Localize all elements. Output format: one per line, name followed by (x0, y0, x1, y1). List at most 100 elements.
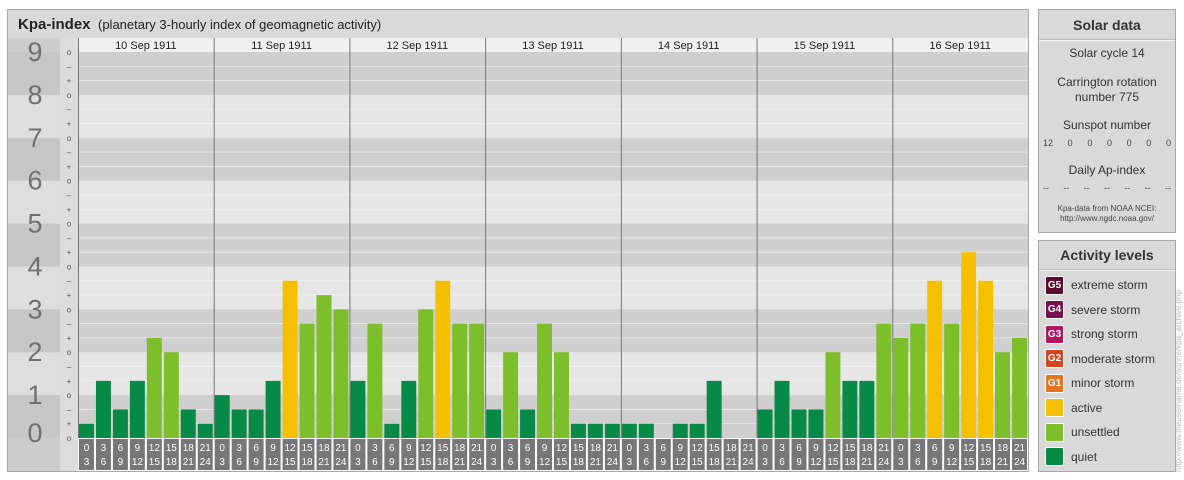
day-label: 13 Sep 1911 (522, 40, 584, 52)
kp-bar (333, 309, 349, 438)
legend-item: G1 minor storm (1045, 373, 1134, 393)
interval-start-label: 0 (898, 443, 904, 454)
interval-start-label: 18 (997, 443, 1009, 454)
minor-tick-label: + (67, 119, 72, 128)
interval-end-label: 3 (219, 457, 225, 468)
minor-tick-label: + (67, 162, 72, 171)
interval-start-label: 3 (644, 443, 650, 454)
kp-bar (927, 280, 943, 438)
interval-start-label: 15 (166, 443, 178, 454)
interval-start-label: 12 (556, 443, 568, 454)
kp-bar (587, 423, 603, 438)
y-tick-label: 6 (27, 166, 42, 196)
interval-end-label: 3 (898, 457, 904, 468)
minor-tick-label: o (67, 48, 72, 57)
kp-bar (367, 323, 383, 438)
interval-start-label: 9 (542, 443, 548, 454)
y-tick-label: 9 (27, 37, 42, 67)
kp-bar (893, 337, 909, 438)
y-tick-label: 7 (27, 123, 42, 153)
minor-tick-label: o (67, 91, 72, 100)
legend-item: quiet (1045, 447, 1097, 467)
interval-end-label: 3 (491, 457, 497, 468)
minor-tick-label: o (67, 177, 72, 186)
interval-start-label: 0 (627, 443, 633, 454)
minor-tick-label: + (67, 291, 72, 300)
interval-start-label: 21 (471, 443, 483, 454)
interval-end-label: 24 (607, 457, 619, 468)
interval-start-label: 9 (813, 443, 819, 454)
legend-label: extreme storm (1071, 278, 1148, 292)
ap-index-value: -- (1043, 183, 1049, 193)
interval-end-label: 18 (709, 457, 721, 468)
kp-bar (978, 280, 994, 438)
day-label: 16 Sep 1911 (929, 40, 991, 52)
kp-bar (146, 337, 162, 438)
minor-tick-label: o (67, 134, 72, 143)
kp-bar (486, 409, 502, 438)
interval-end-label: 9 (932, 457, 938, 468)
kp-bar (910, 323, 926, 438)
minor-tick-label: – (67, 363, 72, 372)
kp-bar (672, 423, 688, 438)
kp-bar (112, 409, 128, 438)
day-label: 15 Sep 1911 (794, 40, 856, 52)
y-tick-label: 2 (27, 337, 42, 367)
kp-band (78, 137, 1028, 181)
interval-start-label: 12 (827, 443, 839, 454)
kp-bar (604, 423, 620, 438)
legend-label: minor storm (1071, 376, 1135, 390)
legend-swatch: G1 (1045, 373, 1064, 393)
kp-band (78, 223, 1028, 267)
interval-end-label: 12 (675, 457, 687, 468)
watermark: http://www.theusername.de/sonne/kpa_arch… (1174, 290, 1183, 472)
carrington-rotation-line2: number 775 (1074, 90, 1140, 104)
interval-start-label: 6 (389, 443, 395, 454)
interval-end-label: 9 (525, 457, 531, 468)
kp-bar (757, 409, 773, 438)
interval-start-label: 18 (183, 443, 195, 454)
interval-start-label: 0 (84, 443, 90, 454)
kp-bar (537, 323, 552, 438)
day-label: 11 Sep 1911 (251, 40, 312, 52)
interval-start-label: 21 (878, 443, 890, 454)
kpa-chart-panel: Kpa-index (planetary 3-hourly index of g… (7, 9, 1029, 472)
interval-end-label: 6 (101, 457, 107, 468)
kp-bar (808, 409, 824, 438)
interval-start-label: 6 (253, 443, 259, 454)
interval-end-label: 12 (403, 457, 415, 468)
interval-start-label: 6 (932, 443, 938, 454)
interval-end-label: 9 (118, 457, 124, 468)
kp-bar (621, 423, 637, 438)
kp-bar (129, 380, 145, 438)
ap-index-label: Daily Ap-index (1068, 163, 1146, 177)
interval-start-label: 15 (437, 443, 449, 454)
interval-start-label: 15 (709, 443, 721, 454)
interval-start-label: 9 (270, 443, 276, 454)
interval-end-label: 24 (1014, 457, 1026, 468)
minor-tick-label: o (67, 348, 72, 357)
interval-end-label: 9 (660, 457, 666, 468)
interval-start-label: 6 (525, 443, 531, 454)
ap-index-value: -- (1063, 183, 1070, 193)
kp-bar (231, 409, 247, 438)
sunspot-values: 12 0 0 0 0 0 0 (1043, 138, 1171, 148)
minor-tick-label: – (67, 234, 72, 243)
minor-tick-label: + (67, 205, 72, 214)
sunspot-value: 0 (1106, 138, 1112, 148)
interval-end-label: 18 (844, 457, 856, 468)
legend-swatch: G3 (1045, 324, 1064, 344)
interval-end-label: 21 (318, 457, 330, 468)
interval-start-label: 15 (301, 443, 313, 454)
interval-end-label: 18 (301, 457, 313, 468)
legend-swatch: G5 (1045, 275, 1064, 295)
interval-start-label: 12 (963, 443, 975, 454)
kp-bar (1012, 337, 1027, 438)
kp-bar (689, 423, 705, 438)
data-source-line2: http://www.ngdc.noaa.gov/ (1060, 214, 1154, 223)
interval-end-label: 12 (946, 457, 958, 468)
minor-tick-label: o (67, 434, 72, 443)
interval-start-label: 18 (318, 443, 330, 454)
minor-tick-label: + (67, 334, 72, 343)
kp-bar (452, 323, 468, 438)
